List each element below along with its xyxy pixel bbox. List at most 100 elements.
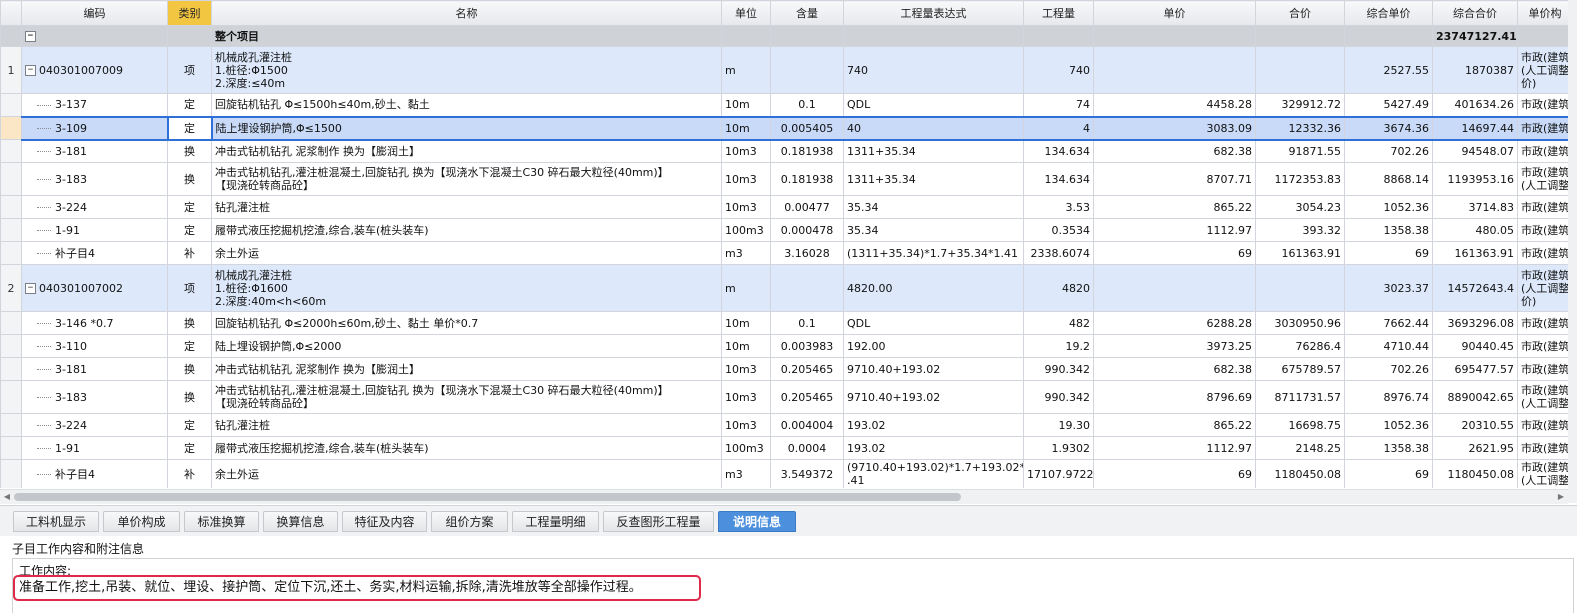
type-cell[interactable]: 定: [167, 218, 212, 242]
amount-cell[interactable]: 16698.75: [1255, 413, 1345, 437]
unit-price-cell[interactable]: 682.38: [1093, 357, 1256, 381]
type-cell[interactable]: 定: [167, 195, 212, 219]
expression-cell[interactable]: 9710.40+193.02: [843, 380, 1024, 414]
type-cell[interactable]: 定: [167, 413, 212, 437]
price-structure-cell[interactable]: 市政(建筑 (人工调整: [1517, 459, 1568, 488]
code-cell[interactable]: 3-183: [21, 380, 168, 414]
code-cell[interactable]: −: [21, 25, 168, 47]
name-cell[interactable]: 冲击式钻机钻孔,灌注桩混凝土,回旋钻孔 换为【现浇水下混凝土C30 碎石最大粒径…: [211, 162, 722, 196]
quota-row[interactable]: 补子目4 补余土外运 m3 3.549372 (9710.40+193.02)*1.7+…: [0, 459, 1568, 488]
collapse-toggle-icon[interactable]: −: [25, 31, 36, 42]
price-structure-cell[interactable]: 市政(建筑 (人工调整 价): [1517, 264, 1568, 312]
composite-price-cell[interactable]: 2527.55: [1344, 46, 1433, 94]
quantity-cell[interactable]: 134.634: [1023, 162, 1094, 196]
quota-row[interactable]: 3-110 定陆上埋设钢护筒,Φ≤2000 10m 0.003983 192.00 19.…: [0, 334, 1568, 358]
content-cell[interactable]: 0.00477: [770, 195, 844, 219]
quota-row[interactable]: 3-137 定回旋钻机钻孔 Φ≤1500h≤40m,砂土、黏土 10m 0.1 QDL 7…: [0, 93, 1568, 117]
amount-cell[interactable]: 161363.91: [1255, 241, 1345, 265]
unit-cell[interactable]: m3: [721, 241, 771, 265]
content-cell[interactable]: 0.205465: [770, 380, 844, 414]
composite-price-cell[interactable]: 702.26: [1344, 357, 1433, 381]
header-amount[interactable]: 合价: [1255, 0, 1345, 26]
quota-row[interactable]: 补子目4 补余土外运 m3 3.16028 (1311+35.34)*1.7+35.34…: [0, 241, 1568, 265]
quantity-cell[interactable]: 990.342: [1023, 380, 1094, 414]
amount-cell[interactable]: [1255, 46, 1345, 94]
quota-row[interactable]: 3-146 *0.7 换回旋钻机钻孔 Φ≤2000h≤60m,砂土、黏土 单价*0…: [0, 311, 1568, 335]
composite-price-cell[interactable]: 8868.14: [1344, 162, 1433, 196]
total-row[interactable]: − 整个项目 23747127.41: [0, 25, 1568, 47]
unit-cell[interactable]: 10m3: [721, 139, 771, 163]
amount-cell[interactable]: 12332.36: [1255, 115, 1345, 141]
composite-amount-cell[interactable]: 20310.55: [1432, 413, 1518, 437]
horizontal-scrollbar[interactable]: ◀ ▶: [0, 489, 1568, 504]
composite-amount-cell[interactable]: 8890042.65: [1432, 380, 1518, 414]
bill-item-row[interactable]: 1−040301007009 项机械成孔灌注桩 1.桩径:Φ1500 2.深度:≤40…: [0, 46, 1568, 94]
name-cell[interactable]: 机械成孔灌注桩 1.桩径:Φ1500 2.深度:≤40m: [211, 46, 722, 94]
unit-price-cell[interactable]: [1093, 264, 1256, 312]
code-cell[interactable]: 1-91: [21, 436, 168, 460]
unit-price-cell[interactable]: 865.22: [1093, 195, 1256, 219]
content-cell[interactable]: 0.004004: [770, 413, 844, 437]
quantity-cell[interactable]: 4820: [1023, 264, 1094, 312]
composite-price-cell[interactable]: 1052.36: [1344, 195, 1433, 219]
unit-cell[interactable]: m: [721, 46, 771, 94]
price-structure-cell[interactable]: 市政(建筑: [1517, 115, 1568, 141]
quota-row[interactable]: 3-183 换冲击式钻机钻孔,灌注桩混凝土,回旋钻孔 换为【现浇水下混凝土C30 …: [0, 162, 1568, 196]
code-cell[interactable]: 3-224: [21, 195, 168, 219]
expression-cell[interactable]: (1311+35.34)*1.7+35.34*1.41: [843, 241, 1024, 265]
amount-cell[interactable]: 2148.25: [1255, 436, 1345, 460]
unit-cell[interactable]: 10m3: [721, 162, 771, 196]
composite-amount-cell[interactable]: 90440.45: [1432, 334, 1518, 358]
content-cell[interactable]: 3.16028: [770, 241, 844, 265]
tab-standard-conversion[interactable]: 标准换算: [184, 511, 259, 532]
quantity-cell[interactable]: 3.53: [1023, 195, 1094, 219]
unit-cell[interactable]: 10m: [721, 115, 771, 141]
content-cell[interactable]: [770, 46, 844, 94]
quantity-cell[interactable]: 134.634: [1023, 139, 1094, 163]
vertical-scrollbar[interactable]: [1568, 0, 1577, 503]
code-cell[interactable]: 3-183: [21, 162, 168, 196]
content-cell[interactable]: 0.005405: [770, 115, 844, 141]
code-cell[interactable]: 3-181: [21, 139, 168, 163]
expression-cell[interactable]: 35.34: [843, 195, 1024, 219]
amount-cell[interactable]: 393.32: [1255, 218, 1345, 242]
tab-pricing-plan[interactable]: 组价方案: [431, 511, 508, 532]
tab-description[interactable]: 说明信息: [718, 511, 796, 532]
quota-row[interactable]: 3-224 定钻孔灌注桩 10m3 0.004004 193.02 19.30 865.22…: [0, 413, 1568, 437]
unit-price-cell[interactable]: 865.22: [1093, 413, 1256, 437]
price-structure-cell[interactable]: 市政(建筑: [1517, 413, 1568, 437]
amount-cell[interactable]: 3054.23: [1255, 195, 1345, 219]
header-price-structure[interactable]: 单价构: [1517, 0, 1568, 26]
composite-amount-cell[interactable]: 1180450.08: [1432, 459, 1518, 488]
type-cell[interactable]: 换: [167, 380, 212, 414]
type-cell[interactable]: 补: [167, 459, 212, 488]
code-cell[interactable]: 3-109: [21, 115, 168, 141]
code-cell[interactable]: 3-110: [21, 334, 168, 358]
tab-price-structure[interactable]: 单价构成: [103, 511, 180, 532]
quantity-cell[interactable]: 19.30: [1023, 413, 1094, 437]
unit-cell[interactable]: 100m3: [721, 436, 771, 460]
code-cell[interactable]: 3-224: [21, 413, 168, 437]
composite-amount-cell[interactable]: 480.05: [1432, 218, 1518, 242]
name-cell[interactable]: 履带式液压挖掘机挖渣,综合,装车(桩头装车): [211, 436, 722, 460]
composite-amount-cell[interactable]: 3714.83: [1432, 195, 1518, 219]
unit-price-cell[interactable]: 8707.71: [1093, 162, 1256, 196]
unit-price-cell[interactable]: 3083.09: [1093, 115, 1256, 141]
unit-cell[interactable]: 10m3: [721, 195, 771, 219]
composite-price-cell[interactable]: 3023.37: [1344, 264, 1433, 312]
code-cell[interactable]: −040301007002: [21, 264, 168, 312]
unit-price-cell[interactable]: 1112.97: [1093, 436, 1256, 460]
code-cell[interactable]: 补子目4: [21, 241, 168, 265]
amount-cell[interactable]: [1255, 264, 1345, 312]
name-cell[interactable]: 钻孔灌注桩: [211, 195, 722, 219]
content-cell[interactable]: 0.0004: [770, 436, 844, 460]
expression-cell[interactable]: 40: [843, 115, 1024, 141]
name-cell[interactable]: 陆上埋设钢护筒,Φ≤2000: [211, 334, 722, 358]
composite-price-cell[interactable]: 702.26: [1344, 139, 1433, 163]
composite-amount-cell[interactable]: 1193953.16: [1432, 162, 1518, 196]
bill-item-row[interactable]: 2−040301007002 项机械成孔灌注桩 1.桩径:Φ1600 2.深度:40m…: [0, 264, 1568, 312]
type-cell[interactable]: 定: [166, 115, 213, 141]
type-cell[interactable]: 项: [167, 264, 212, 312]
code-cell[interactable]: −040301007009: [21, 46, 168, 94]
name-cell[interactable]: 冲击式钻机钻孔,灌注桩混凝土,回旋钻孔 换为【现浇水下混凝土C30 碎石最大粒径…: [211, 380, 722, 414]
